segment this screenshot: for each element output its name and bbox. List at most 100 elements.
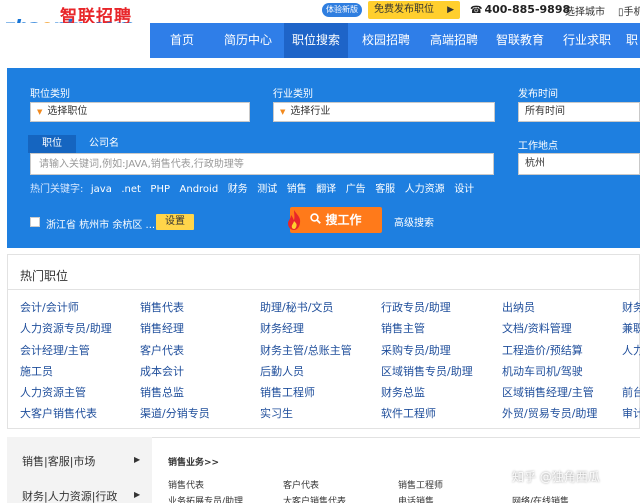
search-jobs-button[interactable]: 搜工作 xyxy=(290,207,382,233)
hot-keyword[interactable]: 测试 xyxy=(257,184,277,195)
category-item[interactable]: 销售|客服|市场 xyxy=(22,453,95,469)
hot-keyword[interactable]: 销售 xyxy=(287,184,307,195)
mobile-link[interactable]: ▯手机 xyxy=(618,3,640,18)
arrow-right-icon: ▶ xyxy=(134,455,141,464)
job-category-select[interactable]: ▼ 选择职位 xyxy=(30,102,250,122)
hot-job-link[interactable]: 财务经理 xyxy=(260,320,304,336)
hot-job-link[interactable]: 前台 xyxy=(622,384,640,400)
hot-job-link[interactable]: 文档/资料管理 xyxy=(502,320,572,336)
nav-home[interactable]: 首页 xyxy=(158,23,206,58)
hot-keyword[interactable]: Android xyxy=(180,184,219,195)
hot-job-link[interactable]: 销售总监 xyxy=(140,384,184,400)
hot-job-link[interactable]: 后勤人员 xyxy=(260,363,304,379)
industry-label: 行业类别 xyxy=(273,89,313,100)
nav-industry[interactable]: 行业求职 xyxy=(558,23,616,58)
phone-icon: ☎ xyxy=(470,5,483,16)
category-subitem[interactable]: 电话销售 xyxy=(398,494,434,503)
flame-icon xyxy=(288,210,301,230)
category-subitem[interactable]: 网络/在线销售 xyxy=(512,494,569,503)
hot-job-link[interactable]: 成本会计 xyxy=(140,363,184,379)
post-job-label: 免费发布职位 xyxy=(374,4,434,15)
category-item[interactable]: 财务|人力资源|行政 xyxy=(22,488,117,503)
hot-job-link[interactable]: 销售主管 xyxy=(381,320,425,336)
nav-education[interactable]: 智联教育 xyxy=(490,23,550,58)
hot-keyword[interactable]: 广告 xyxy=(346,184,366,195)
publish-time-value: 所有时间 xyxy=(525,106,565,117)
hot-job-link[interactable]: 行政专员/助理 xyxy=(381,299,451,315)
hot-job-link[interactable]: 会计经理/主管 xyxy=(20,342,90,358)
hot-job-link[interactable]: 机动车司机/驾驶 xyxy=(502,363,583,379)
hot-job-link[interactable]: 人力资源主管 xyxy=(20,384,86,400)
city-select-link[interactable]: 选择城市 xyxy=(565,3,605,18)
watermark: 知乎 @独角西瓜 xyxy=(512,470,600,484)
category-subitem[interactable]: 业务拓展专员/助理 xyxy=(168,494,243,503)
publish-time-select[interactable]: 所有时间 xyxy=(518,102,640,122)
hot-job-link[interactable]: 审计 xyxy=(622,405,640,421)
hot-job-link[interactable]: 外贸/贸易专员/助理 xyxy=(502,405,597,421)
category-subitem[interactable]: 销售代表 xyxy=(168,478,204,491)
hot-job-link[interactable]: 施工员 xyxy=(20,363,53,379)
arrow-right-icon: ▶ xyxy=(134,490,141,499)
industry-value: 选择行业 xyxy=(290,106,331,117)
hot-job-link[interactable]: 工程造价/预结算 xyxy=(502,342,583,358)
publish-time-label: 发布时间 xyxy=(518,89,558,100)
job-category-label: 职位类别 xyxy=(30,89,70,100)
hot-job-link[interactable]: 财务主管/总账主管 xyxy=(260,342,352,358)
experience-new-version-badge[interactable]: 体验新版 xyxy=(322,3,362,17)
hot-keyword[interactable]: 人力资源 xyxy=(405,184,445,195)
hot-job-link[interactable]: 兼职 xyxy=(622,320,640,336)
job-category-value: 选择职位 xyxy=(47,106,88,117)
hot-job-link[interactable]: 区域销售经理/主管 xyxy=(502,384,594,400)
nav-high-end[interactable]: 高端招聘 xyxy=(424,23,484,58)
industry-select[interactable]: ▼ 选择行业 xyxy=(273,102,495,122)
hot-job-link[interactable]: 渠道/分销专员 xyxy=(140,405,210,421)
post-job-button[interactable]: 免费发布职位 ▶ xyxy=(368,1,460,19)
nav-campus[interactable]: 校园招聘 xyxy=(356,23,416,58)
hot-job-link[interactable]: 财务总监 xyxy=(381,384,425,400)
location-input[interactable]: 杭州 xyxy=(518,153,640,175)
top-bar: 智联招聘 zhaopin.com 体验新版 免费发布职位 ▶ ☎400-885-… xyxy=(0,0,640,38)
hot-job-link[interactable]: 大客户销售代表 xyxy=(20,405,97,421)
category-subitem[interactable]: 大客户销售代表 xyxy=(283,494,346,503)
hot-job-link[interactable]: 区域销售专员/助理 xyxy=(381,363,473,379)
hot-job-link[interactable]: 客户代表 xyxy=(140,342,184,358)
keyword-input[interactable] xyxy=(30,153,494,175)
hot-job-link[interactable]: 销售工程师 xyxy=(260,384,315,400)
category-heading[interactable]: 销售业务>> xyxy=(168,455,219,468)
category-subitem[interactable]: 客户代表 xyxy=(283,478,319,491)
hot-job-link[interactable]: 销售代表 xyxy=(140,299,184,315)
nav-more[interactable]: 职 xyxy=(624,23,640,58)
hot-job-link[interactable]: 出纳员 xyxy=(502,299,535,315)
category-subitem[interactable]: 销售工程师 xyxy=(398,478,443,491)
tab-company[interactable]: 公司名 xyxy=(80,135,128,153)
search-jobs-label: 搜工作 xyxy=(325,213,362,227)
hotline: ☎ 400-885-9898 xyxy=(470,3,570,16)
hot-keyword[interactable]: 财务 xyxy=(228,184,248,195)
nav-job-search[interactable]: 职位搜索 xyxy=(284,23,348,58)
search-icon xyxy=(310,208,322,234)
hot-job-link[interactable]: 财务 xyxy=(622,299,640,315)
hot-job-link[interactable]: 实习生 xyxy=(260,405,293,421)
hot-job-link[interactable]: 采购专员/助理 xyxy=(381,342,451,358)
location-filter-text: 浙江省 杭州市 余杭区 ... xyxy=(46,220,156,231)
hot-job-link[interactable]: 人力资源专员/助理 xyxy=(20,320,112,336)
dropdown-triangle-icon: ▼ xyxy=(280,108,286,116)
hot-keyword[interactable]: 客服 xyxy=(375,184,395,195)
hot-job-link[interactable]: 销售经理 xyxy=(140,320,184,336)
nav-resume-center[interactable]: 简历中心 xyxy=(218,23,278,58)
hot-keyword[interactable]: java xyxy=(91,184,112,195)
hot-keyword[interactable]: PHP xyxy=(150,184,170,195)
hot-keyword[interactable]: 翻译 xyxy=(316,184,336,195)
hot-keyword[interactable]: .net xyxy=(121,184,141,195)
location-label: 工作地点 xyxy=(518,141,558,152)
tab-job[interactable]: 职位 xyxy=(28,135,76,153)
hot-job-link[interactable]: 助理/秘书/文员 xyxy=(260,299,333,315)
hot-keyword[interactable]: 设计 xyxy=(454,184,474,195)
settings-button[interactable]: 设置 xyxy=(156,214,194,230)
hot-job-link[interactable]: 人力 xyxy=(622,342,640,358)
hot-job-link[interactable]: 会计/会计师 xyxy=(20,299,79,315)
hot-job-link[interactable]: 软件工程师 xyxy=(381,405,436,421)
location-filter-checkbox[interactable] xyxy=(30,217,40,227)
advanced-search-link[interactable]: 高级搜索 xyxy=(394,214,434,229)
dropdown-triangle-icon: ▼ xyxy=(37,108,43,116)
